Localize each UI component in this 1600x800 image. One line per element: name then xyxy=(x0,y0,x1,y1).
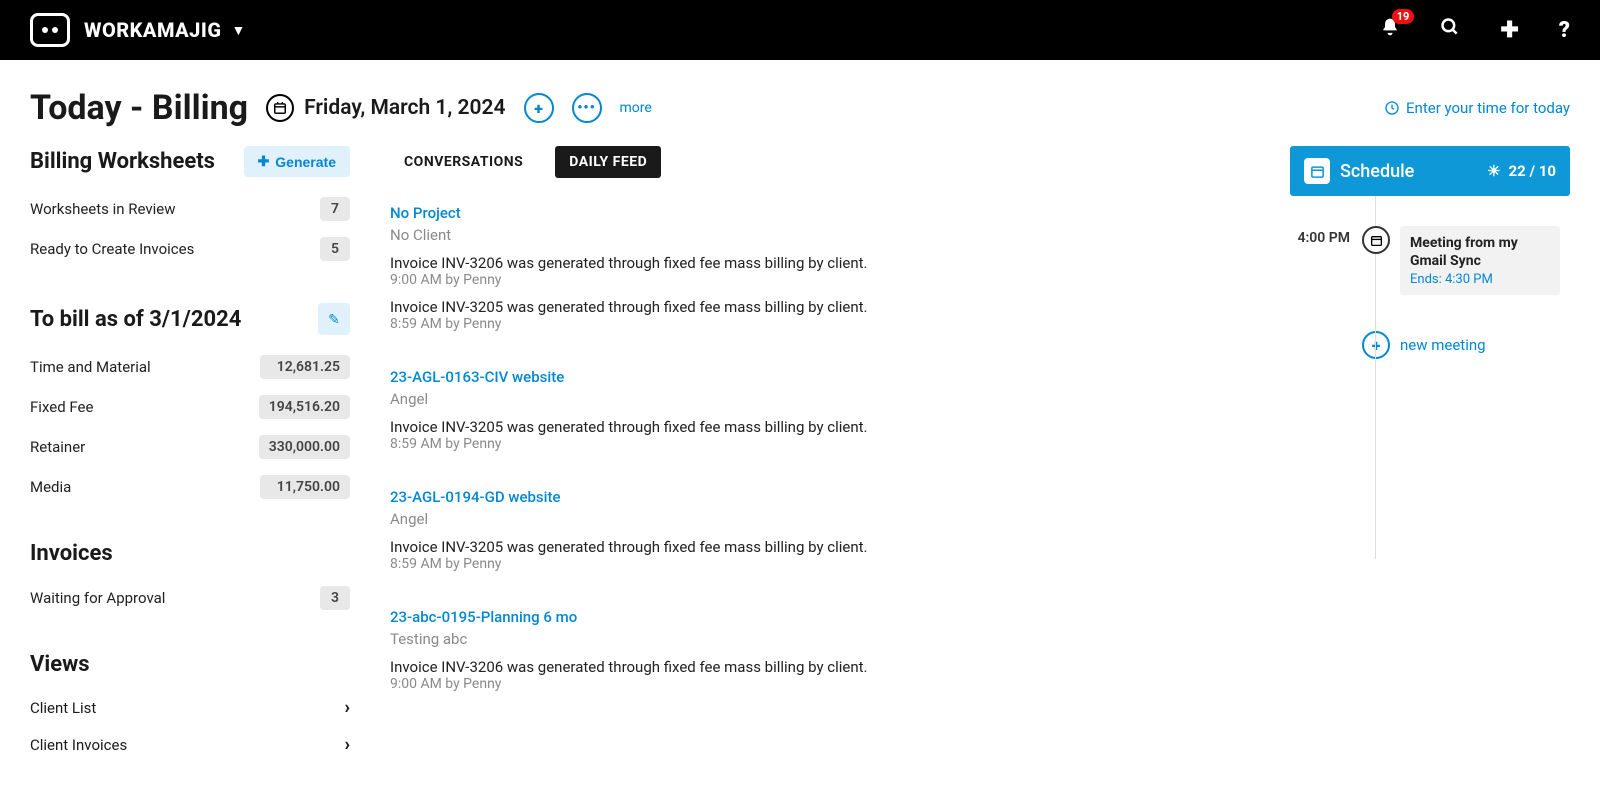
event-title: Meeting from my Gmail Sync xyxy=(1410,234,1550,270)
amount-badge: 11,750.00 xyxy=(260,475,350,499)
ready-create-invoices-row[interactable]: Ready to Create Invoices 5 xyxy=(30,229,350,269)
new-meeting-label: new meeting xyxy=(1400,336,1486,354)
calendar-icon xyxy=(266,94,294,122)
calendar-icon xyxy=(1362,226,1390,254)
to-bill-title: To bill as of 3/1/2024 xyxy=(30,307,241,332)
fixed-fee-row[interactable]: Fixed Fee194,516.20 xyxy=(30,387,350,427)
count-badge: 3 xyxy=(320,586,350,610)
client-name: Angel xyxy=(390,390,1250,408)
more-link[interactable]: more xyxy=(620,100,652,116)
client-invoices-view[interactable]: Client Invoices› xyxy=(30,726,350,763)
generate-button[interactable]: ✚Generate xyxy=(244,146,350,177)
app-logo-icon[interactable] xyxy=(30,13,70,47)
topbar-left: WORKAMAJIG ▼ xyxy=(30,13,245,47)
views-section: Views Client List› Client Invoices› xyxy=(30,652,350,763)
schedule-timeline: 4:00 PM Meeting from my Gmail Sync Ends:… xyxy=(1290,196,1570,359)
notifications-icon[interactable]: 19 xyxy=(1380,17,1400,43)
client-name: Angel xyxy=(390,510,1250,528)
project-link[interactable]: 23-AGL-0163-CIV website xyxy=(390,368,1250,386)
sun-icon: ☀ xyxy=(1487,162,1500,180)
page-title: Today - Billing xyxy=(30,88,248,128)
date-display[interactable]: Friday, March 1, 2024 xyxy=(266,94,505,122)
feed-group: 23-AGL-0163-CIV website Angel Invoice IN… xyxy=(390,368,1250,452)
media-row[interactable]: Media11,750.00 xyxy=(30,467,350,507)
billing-worksheets-title: Billing Worksheets xyxy=(30,149,215,174)
center-feed: CONVERSATIONS DAILY FEED No Project No C… xyxy=(380,146,1290,797)
billing-worksheets-section: Billing Worksheets ✚Generate Worksheets … xyxy=(30,146,350,269)
date-text: Friday, March 1, 2024 xyxy=(304,96,505,120)
app-name: WORKAMAJIG xyxy=(84,18,221,42)
page-header: Today - Billing Friday, March 1, 2024 + … xyxy=(0,60,1600,146)
chevron-right-icon: › xyxy=(345,697,350,718)
waiting-approval-row[interactable]: Waiting for Approval3 xyxy=(30,578,350,618)
plus-icon: ✚ xyxy=(258,153,270,170)
invoices-title: Invoices xyxy=(30,541,350,566)
client-name: No Client xyxy=(390,226,1250,244)
plus-icon: + xyxy=(1362,331,1390,359)
add-button[interactable]: + xyxy=(524,93,554,123)
views-title: Views xyxy=(30,652,350,677)
event-card: Meeting from my Gmail Sync Ends: 4:30 PM xyxy=(1400,226,1560,295)
schedule-counter: 22 / 10 xyxy=(1509,162,1556,180)
amount-badge: 194,516.20 xyxy=(259,395,350,419)
add-icon[interactable]: ✚ xyxy=(1500,18,1518,43)
project-link[interactable]: 23-AGL-0194-GD website xyxy=(390,488,1250,506)
app-switcher-chevron-icon[interactable]: ▼ xyxy=(231,22,245,39)
enter-time-link[interactable]: Enter your time for today xyxy=(1384,99,1570,117)
to-bill-section: To bill as of 3/1/2024 ✎ Time and Materi… xyxy=(30,303,350,507)
schedule-event[interactable]: 4:00 PM Meeting from my Gmail Sync Ends:… xyxy=(1362,226,1570,315)
feed-tabs: CONVERSATIONS DAILY FEED xyxy=(390,146,1250,178)
project-link[interactable]: No Project xyxy=(390,204,1250,222)
enter-time-text: Enter your time for today xyxy=(1406,99,1570,117)
new-meeting-button[interactable]: + new meeting xyxy=(1362,331,1570,359)
client-list-view[interactable]: Client List› xyxy=(30,689,350,726)
event-end: Ends: 4:30 PM xyxy=(1410,272,1550,287)
topbar-right: 19 ✚ ? xyxy=(1380,17,1570,43)
feed-group: 23-abc-0195-Planning 6 mo Testing abc In… xyxy=(390,608,1250,692)
amount-badge: 330,000.00 xyxy=(259,435,350,459)
event-time: 4:00 PM xyxy=(1290,230,1350,246)
count-badge: 5 xyxy=(320,237,350,261)
notif-badge: 19 xyxy=(1392,9,1415,24)
tab-daily-feed[interactable]: DAILY FEED xyxy=(555,146,661,178)
feed-item: Invoice INV-3206 was generated through f… xyxy=(390,254,1250,288)
left-sidebar: Billing Worksheets ✚Generate Worksheets … xyxy=(30,146,380,797)
schedule-header[interactable]: Schedule ☀ 22 / 10 xyxy=(1290,146,1570,196)
feed-group: No Project No Client Invoice INV-3206 wa… xyxy=(390,204,1250,332)
count-badge: 7 xyxy=(320,197,350,221)
worksheets-in-review-row[interactable]: Worksheets in Review 7 xyxy=(30,189,350,229)
feed-item: Invoice INV-3205 was generated through f… xyxy=(390,298,1250,332)
invoices-section: Invoices Waiting for Approval3 xyxy=(30,541,350,618)
more-menu-button[interactable]: ••• xyxy=(572,93,602,123)
client-name: Testing abc xyxy=(390,630,1250,648)
feed-item: Invoice INV-3205 was generated through f… xyxy=(390,418,1250,452)
feed-item: Invoice INV-3206 was generated through f… xyxy=(390,658,1250,692)
chevron-right-icon: › xyxy=(345,734,350,755)
amount-badge: 12,681.25 xyxy=(260,355,350,379)
schedule-panel: Schedule ☀ 22 / 10 4:00 PM Meeting from … xyxy=(1290,146,1570,797)
top-bar: WORKAMAJIG ▼ 19 ✚ ? xyxy=(0,0,1600,60)
schedule-title: Schedule xyxy=(1340,161,1414,182)
search-icon[interactable] xyxy=(1440,17,1460,43)
feed-group: 23-AGL-0194-GD website Angel Invoice INV… xyxy=(390,488,1250,572)
project-link[interactable]: 23-abc-0195-Planning 6 mo xyxy=(390,608,1250,626)
edit-date-button[interactable]: ✎ xyxy=(318,303,350,335)
calendar-icon xyxy=(1304,158,1330,184)
help-icon[interactable]: ? xyxy=(1559,18,1570,43)
tab-conversations[interactable]: CONVERSATIONS xyxy=(390,146,537,178)
retainer-row[interactable]: Retainer330,000.00 xyxy=(30,427,350,467)
time-material-row[interactable]: Time and Material12,681.25 xyxy=(30,347,350,387)
feed-item: Invoice INV-3205 was generated through f… xyxy=(390,538,1250,572)
